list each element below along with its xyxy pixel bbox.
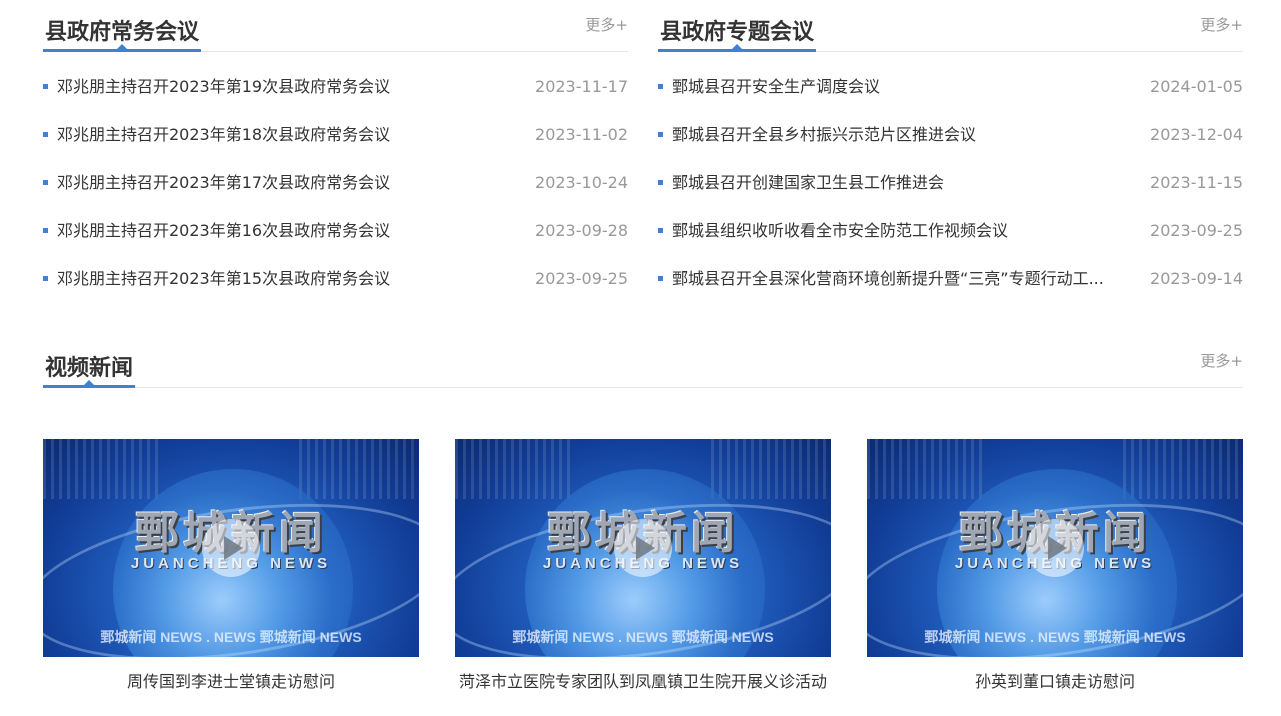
executive-meetings-title: 县政府常务会议 — [43, 12, 202, 52]
thumbnail-decoration — [867, 439, 987, 499]
news-date: 2023-09-25 — [535, 269, 628, 288]
news-title-link[interactable]: 邓兆朋主持召开2023年第15次县政府常务会议 — [57, 255, 507, 303]
executive-meetings-title-text: 县政府常务会议 — [45, 20, 200, 45]
news-item[interactable]: 鄄城县召开全县深化营商环境创新提升暨“三亮”专题行动工... 2023-09-1… — [658, 255, 1243, 303]
executive-meetings-header: 县政府常务会议 更多+ — [43, 0, 628, 52]
video-news-title: 视频新闻 — [43, 348, 136, 388]
news-item[interactable]: 鄄城县组织收听收看全市安全防范工作视频会议 2023-09-25 — [658, 207, 1243, 255]
news-date: 2023-10-24 — [535, 173, 628, 192]
bullet-icon — [43, 180, 48, 185]
news-title-link[interactable]: 邓兆朋主持召开2023年第17次县政府常务会议 — [57, 159, 507, 207]
video-news-header: 视频新闻 更多+ — [43, 336, 1243, 388]
news-title-link[interactable]: 邓兆朋主持召开2023年第18次县政府常务会议 — [57, 111, 507, 159]
news-date: 2023-12-04 — [1150, 125, 1243, 144]
executive-meetings-more-link[interactable]: 更多+ — [585, 14, 628, 35]
video-caption[interactable]: 菏泽市立医院专家团队到凤凰镇卫生院开展义诊活动 — [455, 669, 831, 695]
video-thumbnail[interactable]: 鄄城新闻 JUANCHENG NEWS 鄄城新闻 NEWS . NEWS 鄄城新… — [43, 439, 419, 657]
news-title-link[interactable]: 鄄城县组织收听收看全市安全防范工作视频会议 — [672, 207, 1122, 255]
news-item[interactable]: 邓兆朋主持召开2023年第19次县政府常务会议 2023-11-17 — [43, 63, 628, 111]
news-title-link[interactable]: 鄄城县召开全县深化营商环境创新提升暨“三亮”专题行动工... — [672, 255, 1122, 303]
special-meetings-title-text: 县政府专题会议 — [660, 20, 815, 45]
title-caret-icon — [84, 380, 94, 385]
video-caption[interactable]: 孙英到董口镇走访慰问 — [867, 669, 1243, 695]
news-title-link[interactable]: 邓兆朋主持召开2023年第16次县政府常务会议 — [57, 207, 507, 255]
bullet-icon — [658, 180, 663, 185]
thumbnail-decoration — [1123, 439, 1243, 499]
executive-meetings-list: 邓兆朋主持召开2023年第19次县政府常务会议 2023-11-17 邓兆朋主持… — [43, 52, 628, 303]
news-item[interactable]: 邓兆朋主持召开2023年第17次县政府常务会议 2023-10-24 — [43, 159, 628, 207]
news-date: 2023-11-15 — [1150, 173, 1243, 192]
video-news-title-text: 视频新闻 — [45, 356, 134, 381]
video-card[interactable]: 鄄城新闻 JUANCHENG NEWS 鄄城新闻 NEWS . NEWS 鄄城新… — [43, 439, 419, 695]
news-item[interactable]: 邓兆朋主持召开2023年第18次县政府常务会议 2023-11-02 — [43, 111, 628, 159]
bullet-icon — [43, 84, 48, 89]
video-caption[interactable]: 周传国到李进士堂镇走访慰问 — [43, 669, 419, 695]
news-date: 2024-01-05 — [1150, 77, 1243, 96]
news-item[interactable]: 邓兆朋主持召开2023年第16次县政府常务会议 2023-09-28 — [43, 207, 628, 255]
bullet-icon — [658, 276, 663, 281]
news-item[interactable]: 鄄城县召开安全生产调度会议 2024-01-05 — [658, 63, 1243, 111]
news-date: 2023-11-02 — [535, 125, 628, 144]
bullet-icon — [43, 228, 48, 233]
thumbnail-ticker: 鄄城新闻 NEWS . NEWS 鄄城新闻 NEWS — [100, 629, 362, 645]
news-date: 2023-09-28 — [535, 221, 628, 240]
thumbnail-decoration — [299, 439, 419, 499]
bullet-icon — [658, 84, 663, 89]
bullet-icon — [658, 132, 663, 137]
news-title-link[interactable]: 鄄城县召开创建国家卫生县工作推进会 — [672, 159, 1122, 207]
thumbnail-decoration — [711, 439, 831, 499]
news-title-link[interactable]: 鄄城县召开安全生产调度会议 — [672, 63, 1122, 111]
special-meetings-more-link[interactable]: 更多+ — [1200, 14, 1243, 35]
video-thumbnail[interactable]: 鄄城新闻 JUANCHENG NEWS 鄄城新闻 NEWS . NEWS 鄄城新… — [455, 439, 831, 657]
news-item[interactable]: 鄄城县召开全县乡村振兴示范片区推进会议 2023-12-04 — [658, 111, 1243, 159]
thumbnail-decoration — [43, 439, 163, 499]
video-card[interactable]: 鄄城新闻 JUANCHENG NEWS 鄄城新闻 NEWS . NEWS 鄄城新… — [455, 439, 831, 695]
bullet-icon — [658, 228, 663, 233]
special-meetings-list: 鄄城县召开安全生产调度会议 2024-01-05 鄄城县召开全县乡村振兴示范片区… — [658, 52, 1243, 303]
thumbnail-decoration — [455, 439, 575, 499]
special-meetings-header: 县政府专题会议 更多+ — [658, 0, 1243, 52]
bullet-icon — [43, 132, 48, 137]
news-item[interactable]: 邓兆朋主持召开2023年第15次县政府常务会议 2023-09-25 — [43, 255, 628, 303]
news-date: 2023-09-25 — [1150, 221, 1243, 240]
video-news-section: 视频新闻 更多+ 鄄城新闻 JUANCHENG NEWS 鄄城新闻 NEWS .… — [43, 336, 1243, 691]
news-item[interactable]: 鄄城县召开创建国家卫生县工作推进会 2023-11-15 — [658, 159, 1243, 207]
title-caret-icon — [117, 44, 127, 49]
news-title-link[interactable]: 邓兆朋主持召开2023年第19次县政府常务会议 — [57, 63, 507, 111]
special-meetings-panel: 县政府专题会议 更多+ 鄄城县召开安全生产调度会议 2024-01-05 鄄城县… — [658, 0, 1243, 303]
thumbnail-ticker: 鄄城新闻 NEWS . NEWS 鄄城新闻 NEWS — [924, 629, 1186, 645]
news-title-link[interactable]: 鄄城县召开全县乡村振兴示范片区推进会议 — [672, 111, 1122, 159]
bullet-icon — [43, 276, 48, 281]
executive-meetings-panel: 县政府常务会议 更多+ 邓兆朋主持召开2023年第19次县政府常务会议 2023… — [43, 0, 628, 303]
news-date: 2023-11-17 — [535, 77, 628, 96]
play-icon[interactable] — [1026, 519, 1084, 577]
news-date: 2023-09-14 — [1150, 269, 1243, 288]
play-icon[interactable] — [202, 519, 260, 577]
thumbnail-ticker: 鄄城新闻 NEWS . NEWS 鄄城新闻 NEWS — [512, 629, 774, 645]
special-meetings-title: 县政府专题会议 — [658, 12, 817, 52]
video-news-more-link[interactable]: 更多+ — [1200, 350, 1243, 371]
title-caret-icon — [732, 44, 742, 49]
video-card[interactable]: 鄄城新闻 JUANCHENG NEWS 鄄城新闻 NEWS . NEWS 鄄城新… — [867, 439, 1243, 695]
video-thumbnail[interactable]: 鄄城新闻 JUANCHENG NEWS 鄄城新闻 NEWS . NEWS 鄄城新… — [867, 439, 1243, 657]
play-icon[interactable] — [614, 519, 672, 577]
